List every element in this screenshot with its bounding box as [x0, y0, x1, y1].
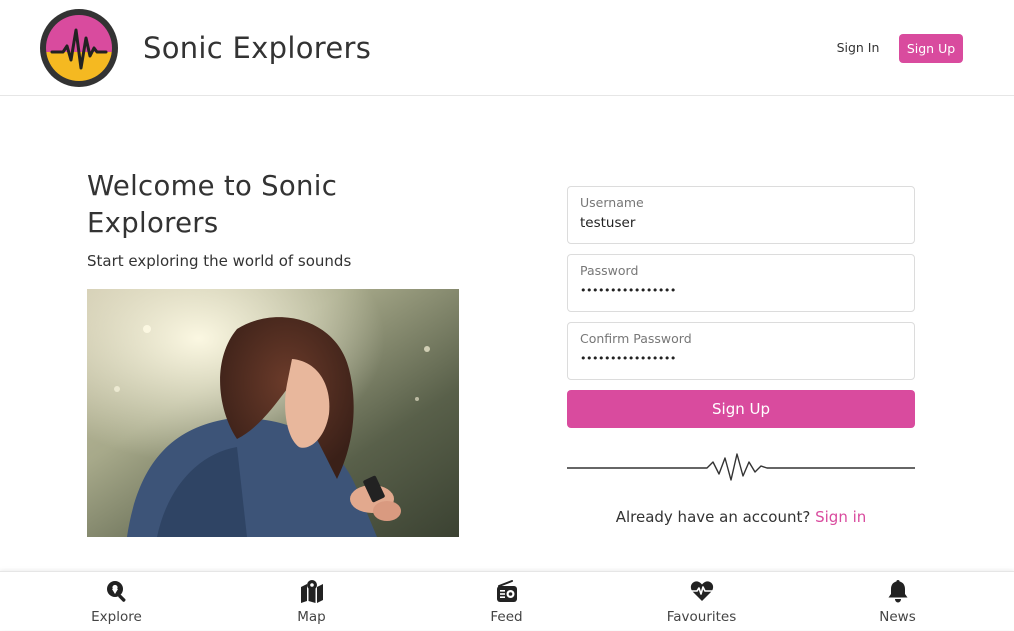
- already-account-text: Already have an account? Sign in: [567, 507, 915, 527]
- nav-label-explore: Explore: [91, 609, 142, 625]
- header: Sonic Explorers Sign In Sign Up: [0, 0, 1014, 96]
- hero-image: [87, 289, 459, 537]
- username-field[interactable]: Username: [567, 186, 915, 244]
- page-title: Welcome to Sonic Explorers: [87, 170, 338, 239]
- page-subtitle: Start exploring the world of sounds: [87, 252, 352, 270]
- password-label: Password: [580, 263, 639, 278]
- sound-wave-divider-icon: [567, 453, 915, 481]
- already-account-label: Already have an account?: [615, 508, 811, 526]
- username-input[interactable]: [580, 214, 900, 232]
- nav-item-feed[interactable]: Feed: [409, 572, 604, 631]
- radio-icon: [497, 580, 517, 602]
- nav-item-explore[interactable]: Explore: [19, 572, 214, 631]
- confirm-password-field[interactable]: Confirm Password ••••••••••••••••: [567, 322, 915, 380]
- username-label: Username: [580, 195, 644, 210]
- nav-item-map[interactable]: Map: [214, 572, 409, 631]
- map-icon: [301, 580, 323, 603]
- password-input[interactable]: ••••••••••••••••: [580, 282, 900, 300]
- confirm-password-label: Confirm Password: [580, 331, 692, 346]
- nav-label-feed: Feed: [490, 609, 523, 625]
- nav-item-news[interactable]: News: [800, 572, 995, 631]
- bottom-navigation: Explore Map Feed Favourites News: [0, 571, 1014, 630]
- sound-wave-logo-icon[interactable]: [39, 8, 119, 88]
- confirm-password-input[interactable]: ••••••••••••••••: [580, 350, 900, 368]
- nav-item-favourites[interactable]: Favourites: [604, 572, 799, 631]
- nav-label-map: Map: [297, 609, 326, 625]
- password-field[interactable]: Password ••••••••••••••••: [567, 254, 915, 312]
- bell-icon: [888, 580, 908, 603]
- nav-label-favourites: Favourites: [666, 609, 737, 625]
- nav-label-news: News: [879, 609, 916, 625]
- sign-up-submit-button[interactable]: Sign Up: [567, 390, 915, 428]
- sign-in-link[interactable]: Sign In: [830, 38, 886, 58]
- brand-title: Sonic Explorers: [143, 31, 372, 65]
- sign-in-inline-link[interactable]: Sign in: [815, 508, 866, 526]
- heartbeat-icon: [690, 581, 714, 601]
- sign-up-button[interactable]: Sign Up: [899, 34, 963, 63]
- search-location-icon: [107, 581, 126, 602]
